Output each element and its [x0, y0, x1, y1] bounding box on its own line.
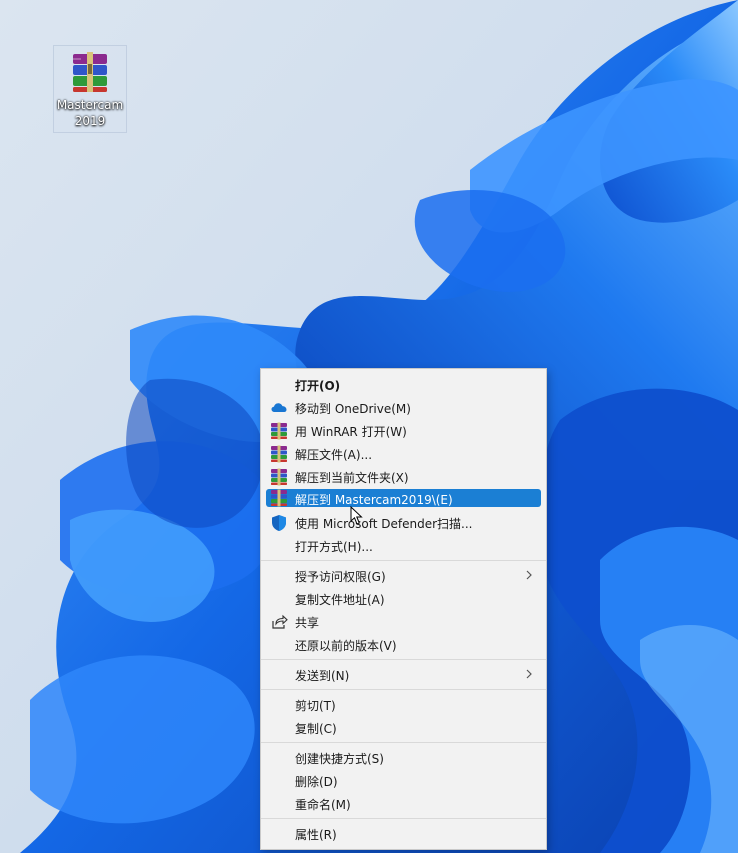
- menu-item-open-with[interactable]: 打开方式(H)...: [266, 535, 541, 556]
- menu-item-label: 发送到(N): [295, 669, 350, 683]
- menu-item-rename[interactable]: 重命名(M): [266, 793, 541, 814]
- menu-item-cut[interactable]: 剪切(T): [266, 694, 541, 715]
- menu-item-label: 创建快捷方式(S): [295, 752, 384, 766]
- menu-item-label: 删除(D): [295, 775, 338, 789]
- menu-item-label: 复制(C): [295, 722, 337, 736]
- menu-item-label: 解压到 Mastercam2019\(E): [295, 493, 453, 507]
- defender-shield-icon: [272, 515, 286, 531]
- onedrive-cloud-icon: [271, 403, 287, 412]
- menu-item-label: 用 WinRAR 打开(W): [295, 425, 407, 439]
- menu-separator: [261, 818, 546, 819]
- context-menu: 打开(O) 移动到 OneDrive(M) 用 WinRAR 打开(W) 解压文…: [260, 368, 547, 850]
- menu-item-defender-scan[interactable]: 使用 Microsoft Defender扫描...: [266, 512, 541, 533]
- menu-item-move-to-onedrive[interactable]: 移动到 OneDrive(M): [266, 397, 541, 418]
- winrar-icon: [271, 422, 287, 440]
- winrar-icon: [271, 489, 287, 507]
- winrar-archive-icon: [73, 52, 107, 92]
- menu-item-share[interactable]: 共享: [266, 611, 541, 632]
- desktop-icon-mastercam2019[interactable]: Mastercam2019: [53, 45, 127, 133]
- menu-item-give-access[interactable]: 授予访问权限(G): [266, 565, 541, 586]
- menu-item-label: 授予访问权限(G): [295, 570, 386, 584]
- menu-item-properties[interactable]: 属性(R): [266, 823, 541, 844]
- chevron-right-icon: [526, 669, 532, 679]
- menu-item-label: 剪切(T): [295, 699, 336, 713]
- menu-item-delete[interactable]: 删除(D): [266, 770, 541, 791]
- menu-item-send-to[interactable]: 发送到(N): [266, 664, 541, 685]
- menu-item-label: 打开方式(H)...: [295, 540, 373, 554]
- menu-item-open-with-winrar[interactable]: 用 WinRAR 打开(W): [266, 420, 541, 441]
- menu-item-label: 重命名(M): [295, 798, 351, 812]
- menu-item-label: 复制文件地址(A): [295, 593, 385, 607]
- menu-item-label: 移动到 OneDrive(M): [295, 402, 411, 416]
- menu-item-extract-files[interactable]: 解压文件(A)...: [266, 443, 541, 464]
- menu-item-label: 解压文件(A)...: [295, 448, 373, 462]
- winrar-icon: [271, 445, 287, 463]
- menu-separator: [261, 742, 546, 743]
- chevron-right-icon: [526, 570, 532, 580]
- menu-item-copy[interactable]: 复制(C): [266, 717, 541, 738]
- menu-item-label: 共享: [295, 616, 320, 630]
- menu-item-create-shortcut[interactable]: 创建快捷方式(S): [266, 747, 541, 768]
- menu-separator: [261, 659, 546, 660]
- mouse-cursor-icon: [350, 506, 363, 525]
- menu-item-label: 使用 Microsoft Defender扫描...: [295, 517, 473, 531]
- desktop-icon-label: Mastercam2019: [56, 98, 124, 128]
- menu-item-copy-path[interactable]: 复制文件地址(A): [266, 588, 541, 609]
- menu-item-label: 解压到当前文件夹(X): [295, 471, 409, 485]
- winrar-icon: [271, 468, 287, 486]
- menu-item-label: 打开(O): [295, 379, 341, 393]
- menu-item-label: 还原以前的版本(V): [295, 639, 397, 653]
- menu-item-open[interactable]: 打开(O): [266, 374, 541, 395]
- share-icon: [272, 614, 288, 629]
- menu-item-restore-previous-versions[interactable]: 还原以前的版本(V): [266, 634, 541, 655]
- menu-item-label: 属性(R): [295, 828, 337, 842]
- menu-item-extract-here[interactable]: 解压到当前文件夹(X): [266, 466, 541, 487]
- menu-separator: [261, 689, 546, 690]
- menu-separator: [261, 560, 546, 561]
- menu-item-extract-to-folder[interactable]: 解压到 Mastercam2019\(E): [266, 489, 541, 507]
